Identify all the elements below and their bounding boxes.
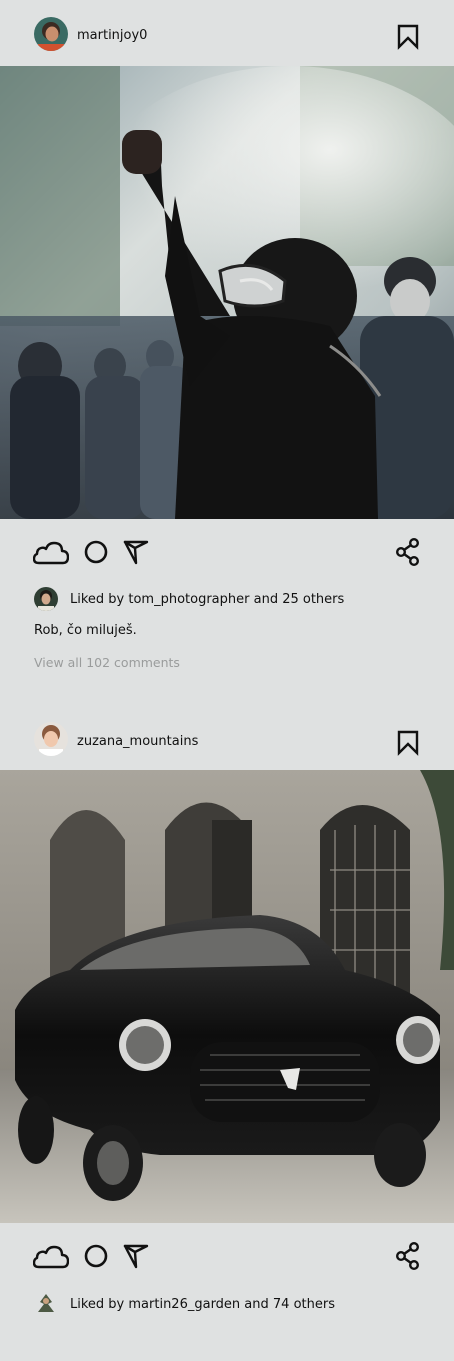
post-header: zuzana_mountains — [0, 704, 454, 770]
post: martinjoy0 Liked by tom_photographer and… — [0, 0, 454, 704]
send-icon[interactable] — [123, 538, 149, 566]
avatar[interactable] — [34, 1292, 58, 1316]
likes-count[interactable]: Liked by tom_photographer and 25 others — [70, 592, 344, 608]
likes-row: Liked by tom_photographer and 25 others — [0, 587, 454, 613]
avatar[interactable] — [34, 587, 58, 611]
avatar[interactable] — [34, 17, 68, 51]
bookmark-icon[interactable] — [396, 730, 420, 756]
share-icon[interactable] — [395, 1242, 421, 1270]
feed: martinjoy0 Liked by tom_photographer and… — [0, 0, 454, 1361]
post-image[interactable] — [0, 66, 454, 519]
post-actions — [0, 1242, 454, 1272]
post-header: martinjoy0 — [0, 0, 454, 66]
username[interactable]: zuzana_mountains — [77, 734, 198, 750]
post-caption: Rob, čo miluješ. — [34, 623, 137, 638]
share-icon[interactable] — [395, 538, 421, 566]
username[interactable]: martinjoy0 — [77, 28, 147, 44]
bookmark-icon[interactable] — [396, 24, 420, 50]
post-actions — [0, 538, 454, 568]
post-image[interactable] — [0, 770, 454, 1223]
heart-icon[interactable] — [33, 1242, 69, 1270]
comment-icon[interactable] — [83, 1242, 109, 1270]
heart-icon[interactable] — [33, 538, 69, 566]
post: zuzana_mountains Liked by martin26_garde… — [0, 704, 454, 1361]
likes-count[interactable]: Liked by martin26_garden and 74 others — [70, 1297, 335, 1313]
send-icon[interactable] — [123, 1242, 149, 1270]
likes-row: Liked by martin26_garden and 74 others — [0, 1292, 454, 1318]
avatar[interactable] — [34, 722, 68, 756]
view-comments-link[interactable]: View all 102 comments — [34, 654, 180, 672]
comment-icon[interactable] — [83, 538, 109, 566]
